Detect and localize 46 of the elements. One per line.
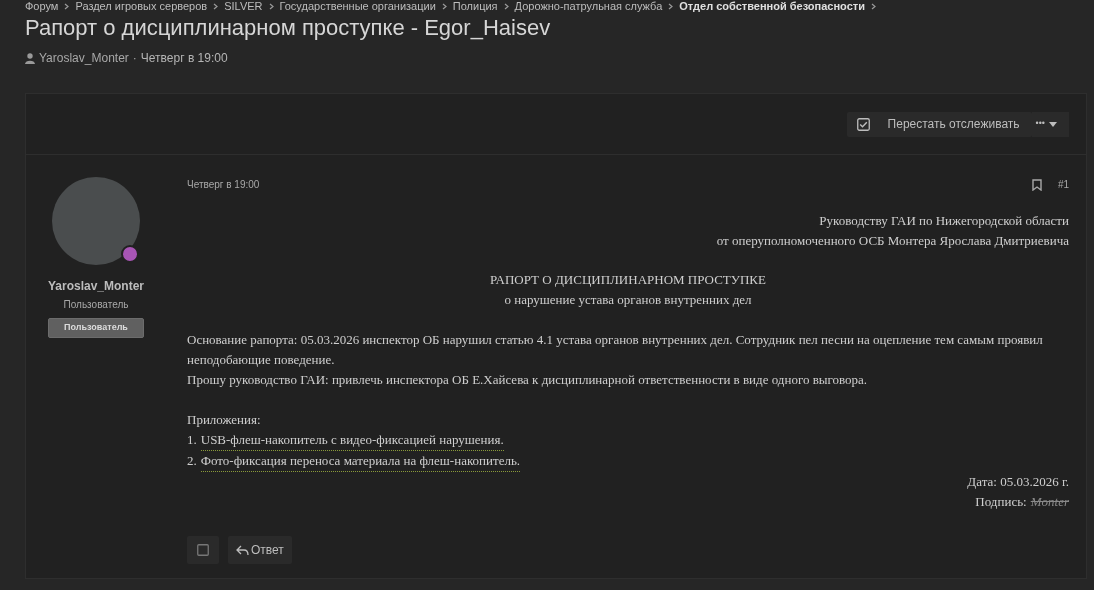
post-number-link[interactable]: #1 [1057,175,1069,195]
breadcrumb-link[interactable]: Полиция [452,0,498,13]
checkbox-icon [856,117,870,131]
author-name[interactable]: Yaroslav_Monter [47,277,144,295]
user-title: Пользователь [63,298,129,312]
breadcrumb-link[interactable]: SILVER [224,0,263,13]
breadcrumb-link[interactable]: Дорожно-патрульная служба [514,0,663,13]
attachments-label: Приложения: [187,411,262,429]
thread-author-link[interactable]: Yaroslav_Monter [39,49,129,67]
select-checkbox[interactable] [187,536,219,564]
list-number: 2. [187,452,197,470]
chevron-icon [64,3,70,10]
report-heading: РАПОРТ О ДИСЦИПЛИНАРНОМ ПРОСТУПКЕ [490,271,766,289]
chevron-icon [441,3,447,10]
unwatch-button[interactable]: Перестать отслеживать [846,111,1032,137]
chevron-icon [668,3,674,10]
addressee-line: Руководству ГАИ по Нижегородской области [819,212,1069,230]
reply-icon [236,544,249,556]
chevron-icon [213,3,219,10]
thread-title: Рапорт о дисциплинарном проступке - Egor_Haisev [25,15,552,41]
addressee-line: от оперуполномоченного ОСБ Монтера Ярослава Дмитриевича [716,232,1069,250]
chevron-icon [870,3,876,10]
chevron-icon [268,3,274,10]
list-number: 1. [187,431,197,449]
post-date[interactable]: Четверг в 19:00 [187,175,260,195]
chevron-icon [503,3,509,10]
breadcrumb-link[interactable]: Отдел собственной безопасности [679,0,865,13]
breadcrumb-link[interactable]: Форум [25,0,59,13]
breadcrumb-link[interactable]: Раздел игровых серверов [75,0,208,13]
signature: Monter [1030,493,1069,511]
reply-button[interactable]: Ответ [228,536,292,564]
caret-icon [1049,121,1057,127]
report-subheading: о нарушение устава органов внутренних дел [504,291,752,309]
separator-dot: · [132,50,137,67]
more-options-button[interactable]: ••• [1031,111,1069,137]
bookmark-icon[interactable] [1031,179,1042,191]
user-icon [25,52,35,64]
thread-date: Четверг в 19:00 [140,50,228,67]
date-line: Дата: 05.03.2026 г. [967,473,1069,491]
attachment-link[interactable]: USB-флеш-накопитель с видео-фиксацией нарушения. [200,430,504,451]
attachment-link[interactable]: Фото-фиксация переноса материала на флеш-накопитель. [200,451,521,472]
body-paragraph: Основание рапорта: 05.03.2026 инспектор ОБ нарушил статью 4.1 устава органов внутренних дел. Сотрудник пел песни на оцепление тем самым проявил неподобающие поведение. [187,331,1044,369]
signature-label: Подпись: [975,493,1027,511]
breadcrumb-link[interactable]: Государственные организации [279,0,436,13]
user-banner: Пользователь [48,318,144,338]
body-paragraph: Прошу руководство ГАИ: привлечь инспектора ОБ Е.Хайсева к дисциплинарной ответственности в виде одного выговора. [187,371,869,389]
